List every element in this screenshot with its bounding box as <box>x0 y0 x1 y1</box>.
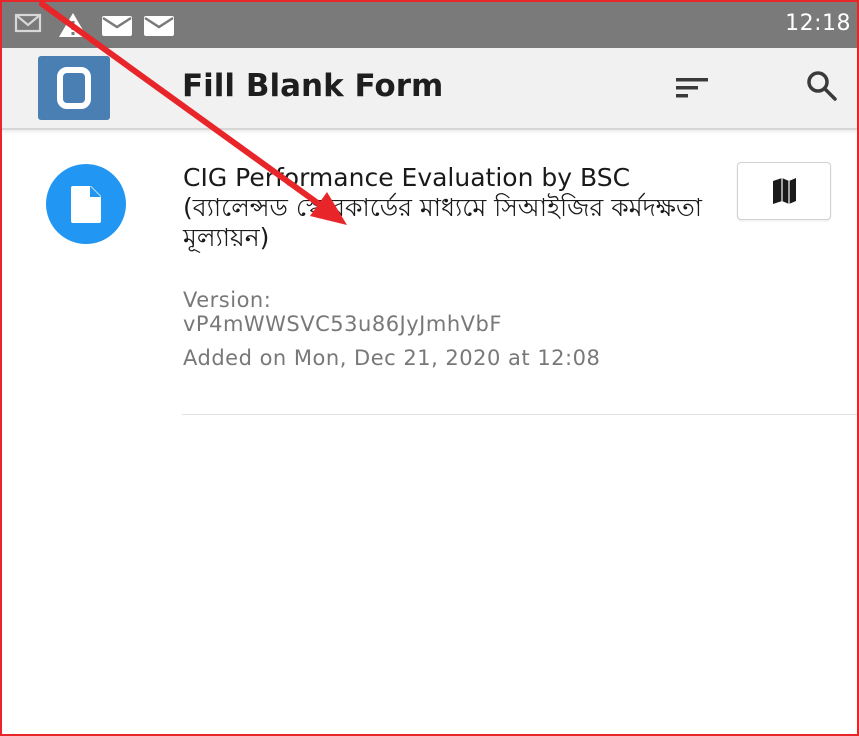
gmail-icon <box>14 13 42 33</box>
map-icon <box>773 178 796 204</box>
form-file-icon <box>46 164 126 244</box>
status-time: 12:18 <box>785 11 851 36</box>
form-version: vP4mWWSVC53u86JyJmhVbF <box>183 312 502 336</box>
sort-button[interactable] <box>672 70 712 106</box>
app-bar: Fill Blank Form <box>2 48 857 130</box>
screenshot-frame: 12:18 Fill Blank Form CIG Performance Ev… <box>0 0 859 736</box>
status-bar: 12:18 <box>2 2 857 48</box>
list-item[interactable]: CIG Performance Evaluation by BSC (ব্যাল… <box>2 130 857 416</box>
mail-icon <box>144 16 174 36</box>
mail-icon <box>102 16 132 36</box>
search-icon <box>807 71 837 101</box>
form-added-date: Added on Mon, Dec 21, 2020 at 12:08 <box>183 346 601 370</box>
map-button[interactable] <box>737 162 831 220</box>
list-divider <box>182 414 857 415</box>
warning-icon <box>59 13 87 37</box>
search-button[interactable] <box>802 66 842 106</box>
form-version-label: Version: <box>183 288 272 312</box>
page-title: Fill Blank Form <box>182 68 444 104</box>
form-title: CIG Performance Evaluation by BSC (ব্যাল… <box>183 163 702 252</box>
sort-icon <box>676 78 708 98</box>
app-logo-icon <box>38 56 110 120</box>
